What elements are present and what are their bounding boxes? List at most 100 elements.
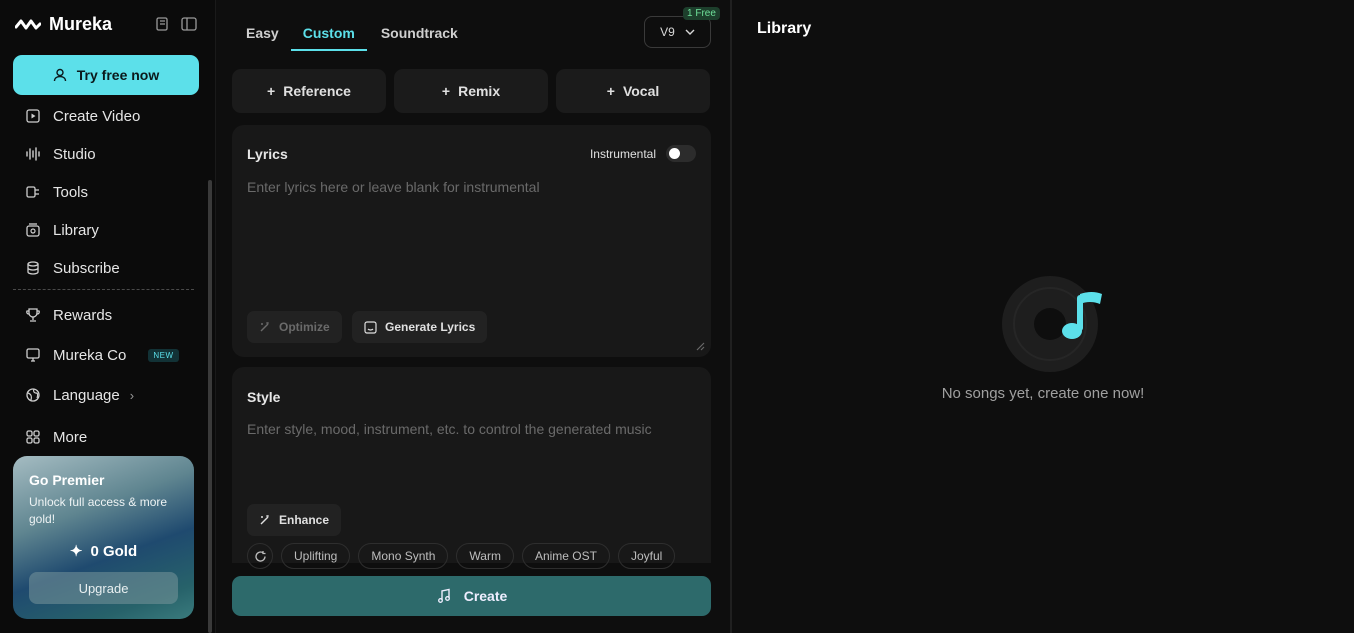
music-note-icon <box>437 588 450 603</box>
waveform-icon <box>26 147 40 161</box>
grid-icon <box>26 430 40 444</box>
collapse-sidebar-icon[interactable] <box>181 17 197 31</box>
tab-soundtrack[interactable]: Soundtrack <box>381 23 458 51</box>
vocal-button[interactable]: + Vocal <box>556 69 710 113</box>
plus-icon: + <box>606 83 615 99</box>
sidebar-item-rewards[interactable]: Rewards <box>25 303 112 327</box>
trophy-icon <box>26 308 40 322</box>
generate-lyrics-label: Generate Lyrics <box>385 320 476 334</box>
mode-tabs: Easy Custom Soundtrack <box>246 23 458 51</box>
create-label: Create <box>463 588 508 604</box>
vocal-label: Vocal <box>622 83 660 99</box>
upgrade-button[interactable]: Upgrade <box>29 572 178 604</box>
gold-amount: 0 Gold <box>90 542 138 560</box>
sidebar-item-label: Language <box>53 386 120 404</box>
remix-label: Remix <box>458 83 501 99</box>
empty-library-text: No songs yet, create one now! <box>941 385 1145 402</box>
chevron-down-icon <box>685 29 695 35</box>
sidebar-item-label: Mureka Co <box>53 346 127 364</box>
database-icon <box>27 261 39 275</box>
globe-icon <box>26 388 40 402</box>
tools-icon <box>26 186 39 198</box>
user-icon <box>53 68 66 82</box>
empty-vinyl-icon <box>1002 276 1102 372</box>
instrumental-toggle[interactable] <box>666 145 696 162</box>
try-free-label: Try free now <box>76 67 160 83</box>
sidebar-item-more[interactable]: More <box>25 425 87 449</box>
style-title: Style <box>247 389 281 405</box>
sidebar-item-library[interactable]: Library <box>25 218 99 242</box>
style-tag[interactable]: Joyful <box>617 543 676 569</box>
resize-handle-icon[interactable] <box>695 341 705 351</box>
sidebar-item-label: Create Video <box>53 107 141 125</box>
library-panel: Library No songs yet, create one now! <box>730 0 1354 633</box>
composer-panel: Easy Custom Soundtrack V9 1 Free + Refere… <box>215 0 730 633</box>
sidebar-divider <box>13 289 194 290</box>
premier-title: Go Premier <box>29 472 105 488</box>
generate-lyrics-button[interactable]: Generate Lyrics <box>352 311 488 343</box>
sidebar-item-label: More <box>53 428 88 446</box>
video-icon <box>26 109 40 123</box>
tab-custom[interactable]: Custom <box>290 23 367 51</box>
style-tag[interactable]: Mono Synth <box>358 543 449 569</box>
sidebar-item-label: Tools <box>53 183 89 201</box>
tab-easy[interactable]: Easy <box>246 23 279 51</box>
new-badge: NEW <box>148 348 179 362</box>
chevron-right-icon: › <box>129 387 135 403</box>
instrumental-label: Instrumental <box>589 146 656 161</box>
sidebar-item-label: Rewards <box>53 306 113 324</box>
enhance-button[interactable]: Enhance <box>247 504 342 536</box>
optimize-label: Optimize <box>279 320 330 334</box>
style-tag[interactable]: Anime OST <box>521 543 610 569</box>
sidebar-item-label: Subscribe <box>53 259 120 277</box>
lyrics-card: Lyrics Instrumental Enter lyrics here or… <box>232 125 711 357</box>
magic-wand-icon <box>260 322 269 332</box>
sidebar-item-mureka-co[interactable]: Mureka Co NEW <box>25 343 179 367</box>
add-options: + Reference + Remix + Vocal <box>232 69 710 113</box>
sidebar-item-studio[interactable]: Studio <box>25 142 96 166</box>
magic-wand-icon <box>260 515 269 525</box>
sparkle-icon: ✦ <box>69 543 83 560</box>
plus-icon: + <box>441 83 451 99</box>
go-premier-card: Go Premier Unlock full access & more gol… <box>13 456 194 619</box>
version-value: V9 <box>660 25 675 39</box>
notebook-icon[interactable] <box>155 17 169 31</box>
sidebar: Mureka Try free now Create Video Studio … <box>0 0 212 633</box>
plus-icon: + <box>267 83 276 99</box>
refresh-tags-button[interactable] <box>247 543 273 569</box>
sidebar-item-language[interactable]: Language › <box>25 383 134 407</box>
premier-subtitle: Unlock full access & more gold! <box>29 495 168 526</box>
style-tags: Uplifting Mono Synth Warm Anime OST Joyf… <box>247 543 676 569</box>
optimize-button[interactable]: Optimize <box>247 311 342 343</box>
lyrics-title: Lyrics <box>247 146 288 162</box>
style-tag[interactable]: Warm <box>456 543 514 569</box>
reference-label: Reference <box>283 83 351 99</box>
sidebar-item-create-video[interactable]: Create Video <box>25 104 140 128</box>
style-card: Style Enter style, mood, instrument, etc… <box>232 367 711 569</box>
lyrics-input[interactable]: Enter lyrics here or leave blank for ins… <box>247 179 540 195</box>
free-badge: 1 Free <box>683 7 720 20</box>
refresh-icon <box>254 550 266 562</box>
instrumental-toggle-row: Instrumental <box>590 145 696 162</box>
sidebar-item-tools[interactable]: Tools <box>25 180 88 204</box>
try-free-button[interactable]: Try free now <box>13 55 199 95</box>
version-select[interactable]: V9 <box>644 16 711 48</box>
sidebar-item-label: Studio <box>53 145 96 163</box>
enhance-label: Enhance <box>279 513 330 527</box>
create-button[interactable]: Create <box>232 576 711 616</box>
library-title: Library <box>757 20 812 37</box>
remix-button[interactable]: + Remix <box>394 69 548 113</box>
sidebar-item-subscribe[interactable]: Subscribe <box>25 256 120 280</box>
sidebar-scrollbar[interactable] <box>208 180 212 633</box>
style-tag[interactable]: Uplifting <box>281 543 351 569</box>
library-icon <box>26 223 40 237</box>
style-input[interactable]: Enter style, mood, instrument, etc. to c… <box>247 421 652 437</box>
gold-balance: ✦ 0 Gold <box>13 542 194 561</box>
ai-lyrics-icon <box>364 320 377 334</box>
sidebar-item-label: Library <box>53 221 99 239</box>
monitor-icon <box>26 348 40 362</box>
brand-name: Mureka <box>49 14 113 34</box>
mureka-logo-icon <box>15 19 41 29</box>
brand[interactable]: Mureka <box>15 14 112 35</box>
reference-button[interactable]: + Reference <box>232 69 386 113</box>
